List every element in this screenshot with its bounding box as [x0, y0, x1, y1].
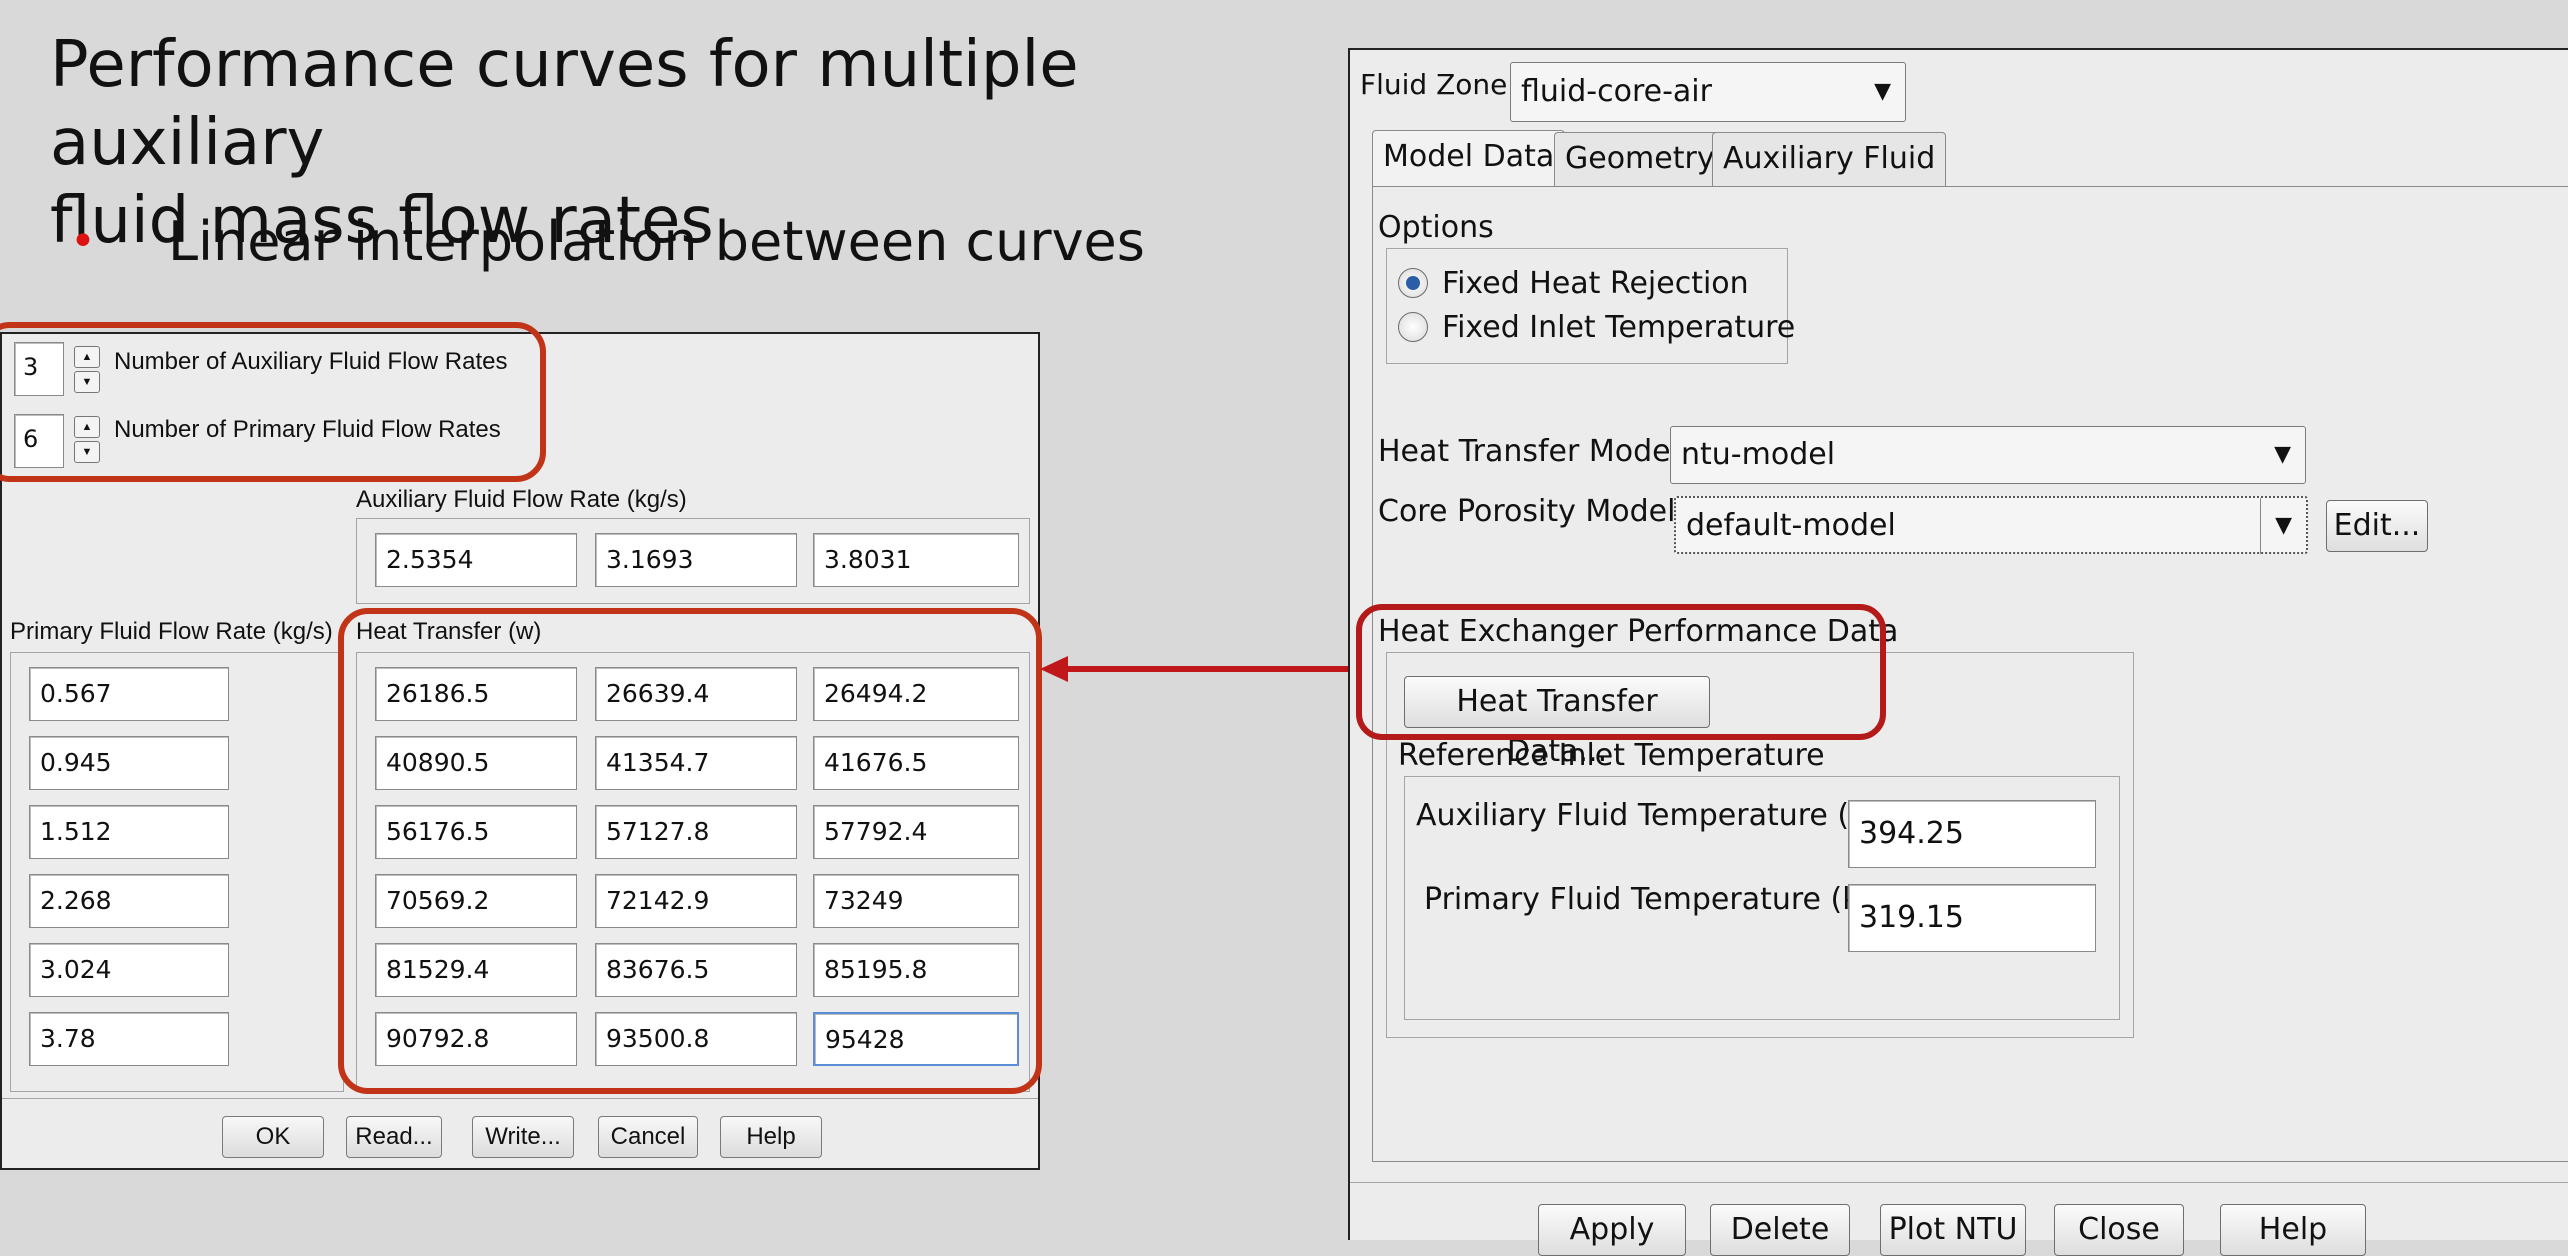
counts-highlight	[0, 322, 546, 482]
read-button[interactable]: Read...	[346, 1116, 442, 1158]
tab-auxiliary-fluid[interactable]: Auxiliary Fluid	[1712, 132, 1947, 186]
radio-fixed-heat-rejection[interactable]	[1398, 268, 1428, 298]
bullet-item: • Linear interpolation between curves	[70, 210, 1145, 273]
heat-transfer-model-select[interactable]: ntu-model ▼	[1670, 426, 2306, 484]
core-porosity-value: default-model	[1686, 508, 1896, 543]
options-label: Options	[1378, 210, 1494, 245]
primary-rate-group: 0.567 0.945 1.512 2.268 3.024 3.78	[10, 652, 344, 1092]
dropdown-arrow-icon[interactable]: ▼	[2260, 498, 2292, 554]
aux-rate-field-1[interactable]: 2.5354	[375, 533, 577, 587]
tab-model-data[interactable]: Model Data	[1372, 130, 1566, 188]
aux-temp-field[interactable]: 394.25	[1848, 800, 2096, 868]
heat-transfer-model-value: ntu-model	[1681, 437, 1836, 472]
fluid-zone-value: fluid-core-air	[1521, 74, 1712, 109]
right-button-divider	[1350, 1182, 2568, 1183]
reference-inlet-label: Reference Inlet Temperature	[1398, 738, 1825, 773]
bullet-text: Linear interpolation between curves	[167, 210, 1145, 273]
ok-button[interactable]: OK	[222, 1116, 324, 1158]
core-porosity-select[interactable]: default-model ▼	[1674, 496, 2308, 554]
aux-rate-label: Auxiliary Fluid Flow Rate (kg/s)	[356, 486, 687, 513]
option-fixed-inlet-temperature: Fixed Inlet Temperature	[1442, 310, 1796, 345]
tab-geometry[interactable]: Geometry	[1554, 132, 1726, 186]
aux-rate-field-2[interactable]: 3.1693	[595, 533, 797, 587]
primary-rate-field-3[interactable]: 1.512	[29, 805, 229, 859]
core-porosity-label: Core Porosity Model	[1378, 494, 1676, 529]
bullet-dot-icon: •	[70, 216, 96, 267]
dropdown-arrow-icon[interactable]: ▼	[1874, 63, 1891, 121]
write-button[interactable]: Write...	[472, 1116, 574, 1158]
fluid-zone-select[interactable]: fluid-core-air ▼	[1510, 62, 1906, 122]
primary-rate-field-5[interactable]: 3.024	[29, 943, 229, 997]
option-fixed-heat-rejection: Fixed Heat Rejection	[1442, 266, 1749, 301]
aux-rate-field-3[interactable]: 3.8031	[813, 533, 1019, 587]
primary-rate-field-2[interactable]: 0.945	[29, 736, 229, 790]
aux-rate-group: 2.5354 3.1693 3.8031	[356, 518, 1030, 604]
close-button[interactable]: Close	[2054, 1204, 2184, 1256]
slide-title-line1: Performance curves for multiple auxiliar…	[50, 28, 1079, 180]
primary-rate-field-1[interactable]: 0.567	[29, 667, 229, 721]
performance-highlight	[1356, 604, 1886, 740]
delete-button[interactable]: Delete	[1710, 1204, 1850, 1256]
primary-temp-label: Primary Fluid Temperature (k)	[1424, 882, 1872, 917]
primary-rate-field-4[interactable]: 2.268	[29, 874, 229, 928]
radio-fixed-inlet-temperature[interactable]	[1398, 312, 1428, 342]
edit-button[interactable]: Edit...	[2326, 500, 2428, 552]
cancel-button[interactable]: Cancel	[598, 1116, 698, 1158]
primary-rate-field-6[interactable]: 3.78	[29, 1012, 229, 1066]
help-button-right[interactable]: Help	[2220, 1204, 2366, 1256]
dropdown-arrow-icon[interactable]: ▼	[2274, 427, 2291, 483]
arrow-icon	[1040, 656, 1368, 682]
plot-ntu-button[interactable]: Plot NTU	[1880, 1204, 2026, 1256]
primary-temp-field[interactable]: 319.15	[1848, 884, 2096, 952]
primary-rate-label: Primary Fluid Flow Rate (kg/s)	[10, 618, 333, 645]
heat-transfer-highlight	[338, 608, 1042, 1094]
apply-button[interactable]: Apply	[1538, 1204, 1686, 1256]
aux-temp-label: Auxiliary Fluid Temperature (k)	[1416, 798, 1879, 833]
help-button[interactable]: Help	[720, 1116, 822, 1158]
fluid-zone-label: Fluid Zone	[1360, 68, 1508, 101]
heat-transfer-model-label: Heat Transfer Model	[1378, 434, 1679, 469]
button-divider	[2, 1098, 1038, 1099]
